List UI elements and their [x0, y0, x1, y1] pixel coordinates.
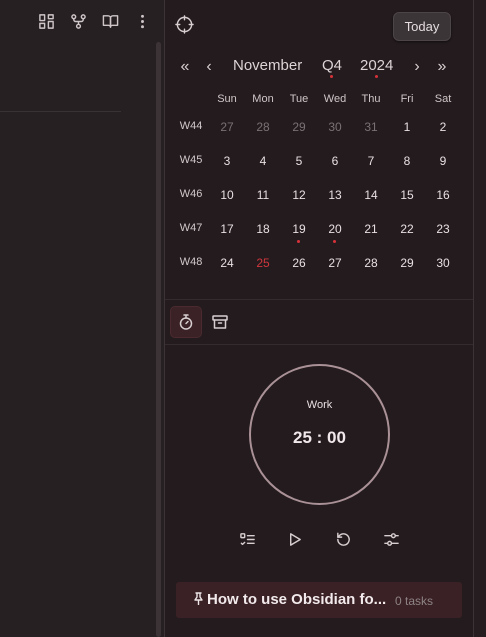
day-cell[interactable]: 14 [353, 188, 389, 202]
day-cell[interactable]: 2 [425, 120, 461, 134]
day-cell[interactable]: 27 [317, 256, 353, 270]
divider [0, 111, 121, 112]
pin-icon [193, 592, 204, 606]
day-cell[interactable]: 16 [425, 188, 461, 202]
day-cell[interactable]: 15 [389, 188, 425, 202]
year-label[interactable]: 2024 [360, 57, 393, 74]
day-cell[interactable]: 6 [317, 154, 353, 168]
scrollbar[interactable] [156, 42, 161, 637]
tab-archive[interactable] [204, 306, 236, 338]
today-button[interactable]: Today [393, 12, 451, 41]
previous-year-button[interactable]: « [174, 56, 196, 78]
day-cell[interactable]: 9 [425, 154, 461, 168]
year-dot [375, 75, 378, 78]
timer-display: 25 : 00 [293, 428, 346, 447]
book-open-icon[interactable] [100, 11, 120, 31]
day-cell[interactable]: 17 [209, 222, 245, 236]
week-number[interactable]: W44 [173, 120, 209, 132]
day-cell[interactable]: 8 [389, 154, 425, 168]
note-dot [297, 240, 300, 243]
next-month-button[interactable]: › [406, 56, 428, 78]
day-cell[interactable]: 31 [353, 120, 389, 134]
week-row: W48 24 25 26 27 28 29 30 [168, 244, 460, 278]
pane-divider [473, 0, 474, 637]
day-cell[interactable]: 10 [209, 188, 245, 202]
task-title: How to use Obsidian fo... [207, 591, 387, 608]
day-cell[interactable]: 22 [389, 222, 425, 236]
weekday-label: Fri [400, 93, 414, 105]
week-row: W46 10 11 12 13 14 15 16 [168, 176, 460, 210]
week-number[interactable]: W45 [173, 154, 209, 166]
reset-icon[interactable] [333, 529, 353, 549]
archive-icon [212, 315, 228, 329]
day-cell[interactable]: 30 [425, 256, 461, 270]
day-cell[interactable]: 4 [245, 154, 281, 168]
settings-sliders-icon[interactable] [381, 529, 401, 549]
weekday-label: Tue [289, 93, 309, 105]
day-cell[interactable]: 27 [209, 120, 245, 134]
tab-timer[interactable] [170, 306, 202, 338]
weekday-label: Sat [434, 93, 452, 105]
quarter-dot [330, 75, 333, 78]
week-number[interactable]: W46 [173, 188, 209, 200]
day-cell[interactable]: 24 [209, 256, 245, 270]
day-cell[interactable]: 20 [317, 222, 353, 243]
quarter-label[interactable]: Q4 [322, 57, 342, 74]
previous-month-button[interactable]: ‹ [198, 56, 220, 78]
week-row: W47 17 18 19 20 21 22 23 [168, 210, 460, 244]
task-list-icon[interactable] [237, 529, 257, 549]
next-year-button[interactable]: » [431, 56, 453, 78]
more-vertical-icon[interactable] [132, 11, 152, 31]
week-number[interactable]: W48 [173, 256, 209, 268]
week-number[interactable]: W47 [173, 222, 209, 234]
calendar-nav: « ‹ November Q4 2024 › » [172, 54, 462, 80]
day-cell[interactable]: 3 [209, 154, 245, 168]
divider [165, 299, 473, 300]
day-cell[interactable]: 18 [245, 222, 281, 236]
note-dot [333, 240, 336, 243]
day-cell[interactable]: 28 [353, 256, 389, 270]
grid-icon[interactable] [36, 11, 56, 31]
day-cell[interactable]: 28 [245, 120, 281, 134]
locate-icon[interactable] [175, 15, 194, 34]
day-cell[interactable]: 19 [281, 222, 317, 243]
timer-icon [179, 314, 193, 330]
timer-mode-label: Work [306, 399, 333, 411]
day-cell[interactable]: 5 [281, 154, 317, 168]
day-cell[interactable]: 23 [425, 222, 461, 236]
task-count: 0 tasks [395, 594, 434, 608]
calendar-grid: Sun Mon Tue Wed Thu Fri Sat W44 27 28 29 30 3… [168, 90, 460, 278]
day-cell[interactable]: 13 [317, 188, 353, 202]
day-cell[interactable]: 25 [245, 256, 281, 270]
day-cell[interactable]: 11 [245, 188, 281, 202]
pinned-task-bar[interactable]: How to use Obsidian fo... 0 tasks [176, 582, 462, 618]
timer-ring: Work 25 : 00 [249, 364, 390, 505]
divider [165, 344, 473, 345]
week-row: W44 27 28 29 30 31 1 2 [168, 108, 460, 142]
week-row: W45 3 4 5 6 7 8 9 [168, 142, 460, 176]
weekday-label: Mon [252, 93, 274, 105]
play-icon[interactable] [284, 529, 304, 549]
day-cell[interactable]: 26 [281, 256, 317, 270]
day-cell[interactable]: 30 [317, 120, 353, 134]
left-pane [0, 0, 164, 637]
month-label[interactable]: November [233, 57, 302, 74]
weekday-label: Sun [217, 93, 237, 105]
weekday-label: Wed [323, 93, 347, 105]
day-cell[interactable]: 1 [389, 120, 425, 134]
day-cell[interactable]: 29 [389, 256, 425, 270]
day-cell[interactable]: 21 [353, 222, 389, 236]
weekday-label: Thu [361, 93, 381, 105]
left-toolbar [36, 11, 152, 31]
weekday-header: Sun Mon Tue Wed Thu Fri Sat [168, 90, 460, 108]
git-fork-icon[interactable] [68, 11, 88, 31]
day-cell[interactable]: 7 [353, 154, 389, 168]
day-cell[interactable]: 12 [281, 188, 317, 202]
day-cell[interactable]: 29 [281, 120, 317, 134]
